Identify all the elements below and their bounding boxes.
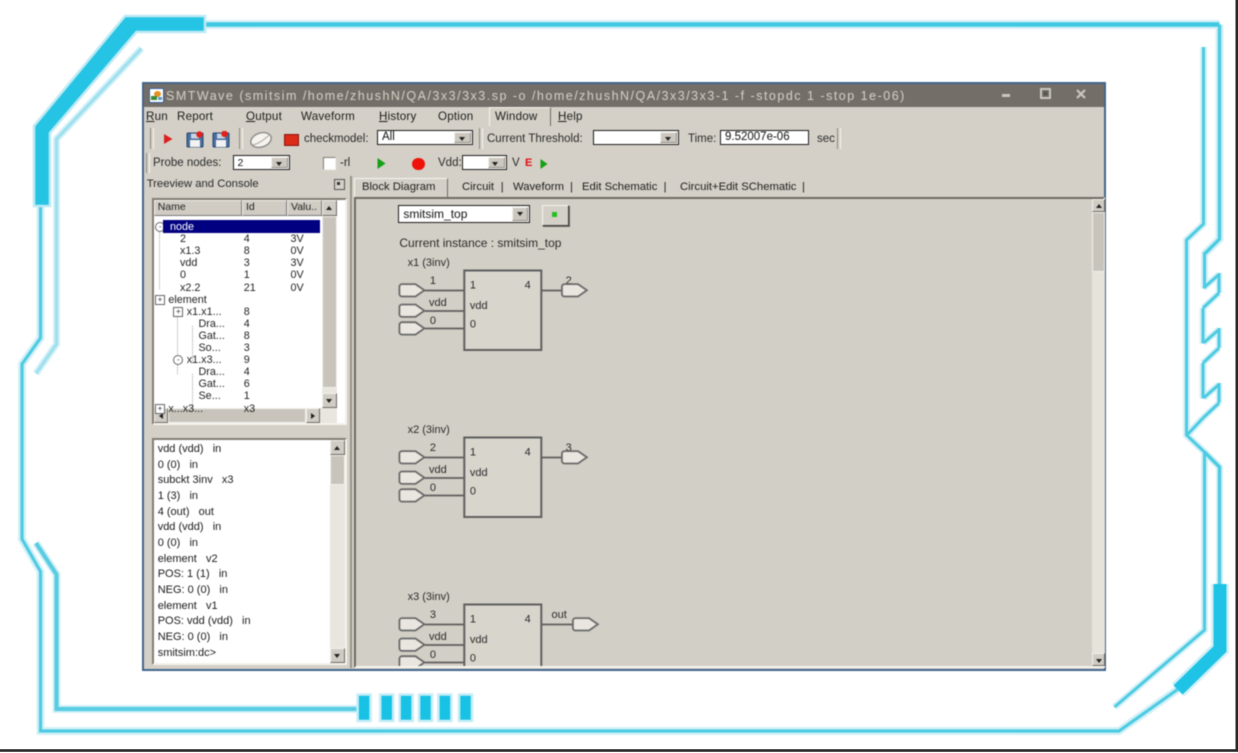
- svg-text:vdd: vdd: [429, 464, 447, 476]
- svg-text:4: 4: [525, 446, 531, 458]
- svg-text:0: 0: [430, 649, 436, 661]
- svg-text:vdd: vdd: [429, 297, 447, 309]
- svg-text:vdd: vdd: [470, 300, 488, 312]
- svg-text:vdd: vdd: [470, 634, 488, 646]
- svg-text:vdd: vdd: [470, 467, 488, 479]
- svg-text:2: 2: [430, 442, 436, 454]
- svg-text:0: 0: [430, 482, 436, 494]
- svg-text:1: 1: [430, 275, 436, 287]
- svg-text:0: 0: [430, 315, 436, 327]
- svg-text:vdd: vdd: [429, 631, 447, 643]
- svg-text:x3 (3inv): x3 (3inv): [408, 591, 450, 603]
- svg-text:1: 1: [470, 446, 476, 458]
- svg-text:1: 1: [470, 279, 476, 291]
- svg-text:0: 0: [470, 485, 476, 497]
- svg-text:4: 4: [525, 613, 531, 625]
- svg-text:0: 0: [470, 318, 476, 330]
- svg-text:x2 (3inv): x2 (3inv): [408, 424, 450, 436]
- svg-text:1: 1: [470, 613, 476, 625]
- svg-text:4: 4: [525, 279, 531, 291]
- svg-text:3: 3: [430, 609, 436, 621]
- svg-text:x1 (3inv): x1 (3inv): [408, 257, 450, 269]
- svg-text:out: out: [552, 609, 567, 621]
- svg-text:0: 0: [470, 652, 476, 664]
